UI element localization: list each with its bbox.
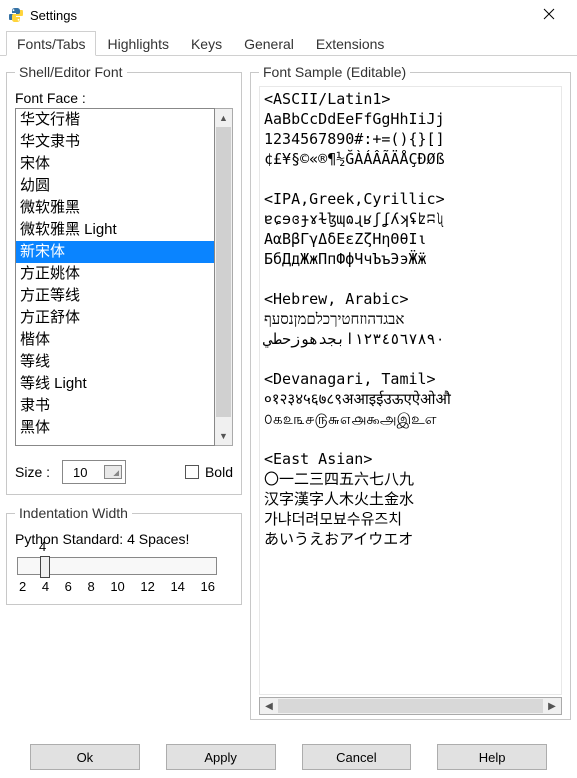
indentation-standard: Python Standard: 4 Spaces! xyxy=(15,531,233,547)
font-item[interactable]: 等线 xyxy=(16,351,214,373)
ok-button[interactable]: Ok xyxy=(30,744,140,770)
font-item[interactable]: 黑体 xyxy=(16,417,214,439)
close-button[interactable] xyxy=(529,7,569,23)
sample-scrollbar-horizontal[interactable]: ◀ ▶ xyxy=(259,697,562,715)
size-selector[interactable]: 10 xyxy=(62,460,126,484)
tab-fonts[interactable]: Fonts/Tabs xyxy=(6,31,96,56)
font-item[interactable]: 方正等线 xyxy=(16,285,214,307)
font-item[interactable]: 华文行楷 xyxy=(16,109,214,131)
indentation-slider[interactable] xyxy=(17,557,217,575)
font-item[interactable]: 宋体 xyxy=(16,153,214,175)
tab-keys[interactable]: Keys xyxy=(180,31,233,56)
scroll-left-icon[interactable]: ◀ xyxy=(260,698,278,714)
slider-tick: 2 xyxy=(19,579,26,594)
apply-button[interactable]: Apply xyxy=(166,744,276,770)
font-item[interactable]: 华文隶书 xyxy=(16,131,214,153)
font-sample-group: Font Sample (Editable) <ASCII/Latin1> Aa… xyxy=(250,64,571,720)
bold-label: Bold xyxy=(205,464,233,480)
tab-highlights[interactable]: Highlights xyxy=(96,31,179,56)
font-sample-text[interactable]: <ASCII/Latin1> AaBbCcDdEeFfGgHhIiJj 1234… xyxy=(259,86,562,695)
app-icon xyxy=(8,7,24,23)
cancel-button[interactable]: Cancel xyxy=(302,744,412,770)
indentation-legend: Indentation Width xyxy=(15,505,132,521)
tab-extensions[interactable]: Extensions xyxy=(305,31,395,56)
dialog-buttons: Ok Apply Cancel Help xyxy=(0,744,577,770)
font-item[interactable]: 微软雅黑 Light xyxy=(16,219,214,241)
tabs: Fonts/Tabs Highlights Keys General Exten… xyxy=(0,30,577,56)
bold-check-box[interactable] xyxy=(185,465,199,479)
font-item[interactable]: 幼圆 xyxy=(16,175,214,197)
slider-tick: 16 xyxy=(201,579,215,594)
help-button[interactable]: Help xyxy=(437,744,547,770)
slider-tick: 4 xyxy=(42,579,49,594)
font-item[interactable]: 方正舒体 xyxy=(16,307,214,329)
slider-tick: 10 xyxy=(110,579,124,594)
slider-tick: 14 xyxy=(170,579,184,594)
size-label: Size : xyxy=(15,464,50,480)
font-item[interactable]: 新宋体 xyxy=(16,241,214,263)
font-item[interactable]: 微软雅黑 xyxy=(16,197,214,219)
indentation-group: Indentation Width Python Standard: 4 Spa… xyxy=(6,505,242,605)
font-item[interactable]: 等线 Light xyxy=(16,373,214,395)
titlebar: Settings xyxy=(0,0,577,30)
font-list-scrollbar[interactable]: ▲ ▼ xyxy=(215,108,233,446)
scroll-up-icon[interactable]: ▲ xyxy=(215,109,232,127)
font-face-label: Font Face : xyxy=(15,90,233,106)
font-item[interactable]: 楷体 xyxy=(16,329,214,351)
font-face-list[interactable]: 华文行楷华文隶书宋体幼圆微软雅黑微软雅黑 Light新宋体方正姚体方正等线方正舒… xyxy=(15,108,215,446)
slider-tick: 12 xyxy=(140,579,154,594)
slider-thumb[interactable] xyxy=(40,556,50,578)
size-dropdown-button[interactable] xyxy=(104,465,122,479)
scroll-thumb[interactable] xyxy=(216,127,231,417)
shell-editor-font-group: Shell/Editor Font Font Face : 华文行楷华文隶书宋体… xyxy=(6,64,242,495)
font-sample-legend: Font Sample (Editable) xyxy=(259,64,410,80)
scroll-down-icon[interactable]: ▼ xyxy=(215,427,232,445)
size-value: 10 xyxy=(73,465,87,480)
font-item[interactable]: 隶书 xyxy=(16,395,214,417)
window-title: Settings xyxy=(30,8,529,23)
scroll-right-icon[interactable]: ▶ xyxy=(543,698,561,714)
slider-tick: 6 xyxy=(65,579,72,594)
scroll-h-thumb[interactable] xyxy=(278,699,543,713)
slider-current-value: 4 xyxy=(39,539,46,554)
shell-font-legend: Shell/Editor Font xyxy=(15,64,127,80)
slider-tick: 8 xyxy=(87,579,94,594)
slider-ticks: 2 4 68 10 12 14 16 xyxy=(17,579,217,594)
font-item[interactable]: 方正姚体 xyxy=(16,263,214,285)
tab-general[interactable]: General xyxy=(233,31,305,56)
bold-checkbox[interactable]: Bold xyxy=(185,464,233,480)
